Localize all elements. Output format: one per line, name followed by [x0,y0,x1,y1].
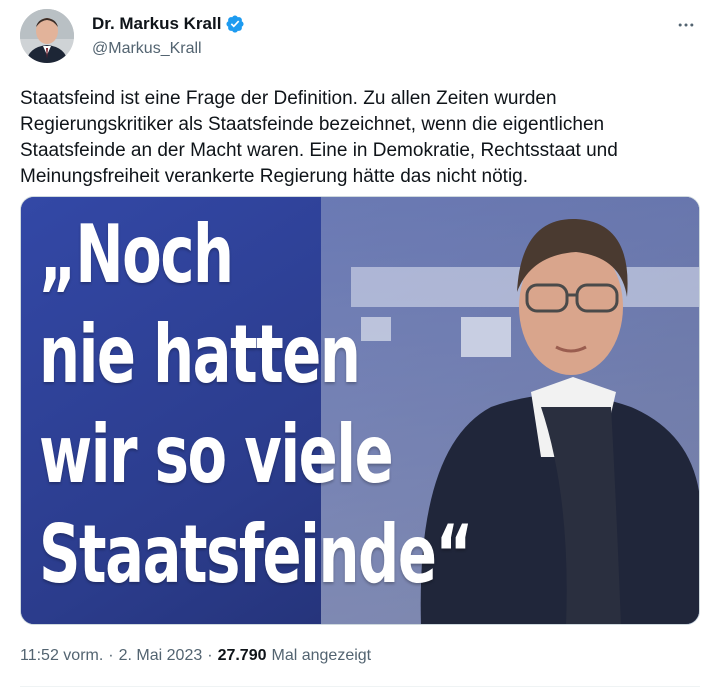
headline-line: „Noch [39,208,234,301]
separator: · [207,647,213,664]
tweet-text: Staatsfeind ist eine Frage der Definitio… [20,88,618,187]
author-name-row: Dr. Markus Krall [92,14,245,34]
tweet-time[interactable]: 11:52 vorm. [20,647,103,665]
author-name[interactable]: Dr. Markus Krall [92,14,221,34]
tweet-image[interactable]: „Noch nie hatten wir so viele Staatsfein… [20,196,700,625]
headline-text: „Noch nie hatten wir so viele Staatsfein… [39,205,473,605]
separator: · [108,647,114,664]
divider [20,686,700,687]
views-count[interactable]: 27.790 [218,647,267,665]
views-label: Mal angezeigt [271,647,372,664]
verified-badge-icon [225,14,245,34]
avatar-image [20,9,74,63]
tweet-date[interactable]: 2. Mai 2023 [119,647,203,665]
headline-line: nie hatten [39,308,361,401]
tweet-meta: 11:52 vorm. · 2. Mai 2023 · 27.790 Mal a… [20,647,371,665]
tweet-card: Dr. Markus Krall @Markus_Krall Staatsfei… [0,0,715,691]
more-options-icon[interactable] [675,14,697,36]
headline-line: wir so viele [39,408,394,501]
author-handle[interactable]: @Markus_Krall [92,40,202,58]
headline-line: Staatsfeinde“ [39,508,473,601]
avatar[interactable] [20,9,74,63]
